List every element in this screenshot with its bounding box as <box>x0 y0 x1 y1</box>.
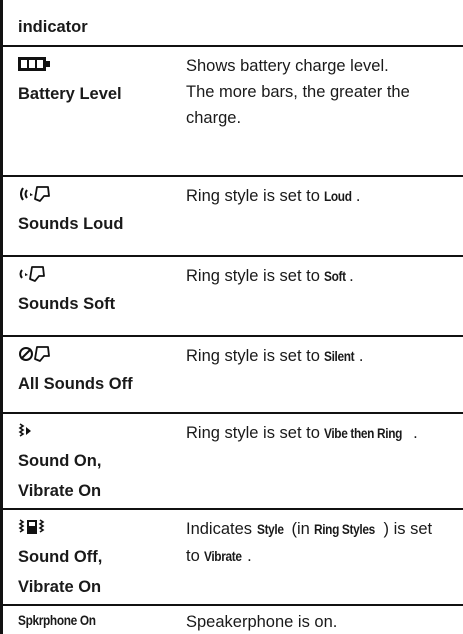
ring-style-keyword: Vibe then Ring <box>324 426 403 441</box>
indicator-name: Vibrate On <box>18 578 102 596</box>
indicator-name: Sounds Soft <box>18 295 116 313</box>
indicator-description: Shows battery charge level. The more bar… <box>186 53 458 131</box>
indicator-cell: Sound On, Vibrate On <box>18 420 178 506</box>
ring-styles-keyword: Ring Styles <box>314 522 376 537</box>
indicator-description: Ring style is set to Vibe then Ring. <box>186 420 458 447</box>
description-text: . <box>349 267 354 285</box>
indicator-description: Ring style is set to Soft. <box>186 263 458 290</box>
description-line: to Vibrate. <box>186 543 458 570</box>
indicator-cell: Spkrphone On <box>18 612 178 630</box>
indicator-name: Sound On, <box>18 452 102 470</box>
description-text: . <box>413 424 418 442</box>
row-divider <box>0 604 463 606</box>
description-text: to <box>186 547 205 565</box>
description-text: ) is set <box>383 520 433 538</box>
description-text: Ring style is set to <box>186 347 325 365</box>
indicator-cell: Sounds Soft <box>18 263 178 319</box>
indicator-cell: Battery Level <box>18 53 178 109</box>
indicator-name: All Sounds Off <box>18 375 133 393</box>
ring-style-keyword: Soft <box>324 269 347 284</box>
row-divider <box>0 175 463 177</box>
description-text: . <box>247 547 252 565</box>
table-header: indicator <box>18 18 88 36</box>
description-text: . <box>358 347 364 365</box>
ring-style-keyword: Loud <box>324 189 353 204</box>
ring-soft-icon <box>18 263 178 289</box>
row-divider <box>0 45 463 47</box>
indicator-name: Sound Off, <box>18 548 103 566</box>
ring-loud-icon <box>18 183 178 209</box>
row-divider <box>0 335 463 337</box>
description-text: Ring style is set to <box>186 187 325 205</box>
description-text: (in <box>286 520 315 538</box>
row-divider <box>0 412 463 414</box>
battery-full-icon <box>18 53 178 79</box>
vibrate-keyword: Vibrate <box>204 549 242 564</box>
indicator-description: Ring style is set to Loud. <box>186 183 458 210</box>
table-left-border <box>0 0 3 634</box>
indicator-name: Vibrate On <box>18 482 102 500</box>
description-line: Indicates Style (in Ring Styles ) is set <box>186 516 458 543</box>
indicator-cell: All Sounds Off <box>18 343 178 399</box>
description-line: charge. <box>186 109 242 127</box>
indicator-table: indicator Battery Level Shows battery ch… <box>0 0 463 634</box>
indicator-description: Speakerphone is on. <box>186 613 338 631</box>
indicator-cell: Sounds Loud <box>18 183 178 239</box>
indicator-name: Battery Level <box>18 85 122 103</box>
description-text: . <box>355 187 361 205</box>
description-line: The more bars, the greater the <box>186 83 410 101</box>
indicator-description: Ring style is set to Silent. <box>186 343 458 370</box>
description-line: Shows battery charge level. <box>186 57 389 75</box>
indicator-description: Indicates Style (in Ring Styles) is set … <box>186 516 458 570</box>
style-keyword: Style <box>256 522 284 537</box>
ring-silent-icon <box>18 343 178 369</box>
indicator-cell: Sound Off, Vibrate On <box>18 516 178 602</box>
description-text: Ring style is set to <box>186 424 325 442</box>
row-divider <box>0 508 463 510</box>
indicator-name: Spkrphone On <box>18 613 96 628</box>
indicator-name: Sounds Loud <box>18 215 124 233</box>
description-text: Indicates <box>186 520 257 538</box>
row-divider <box>0 255 463 257</box>
vibe-then-ring-icon <box>18 420 178 446</box>
description-text: Ring style is set to <box>186 267 325 285</box>
ring-style-keyword: Silent <box>324 349 355 364</box>
vibrate-icon <box>18 516 178 542</box>
